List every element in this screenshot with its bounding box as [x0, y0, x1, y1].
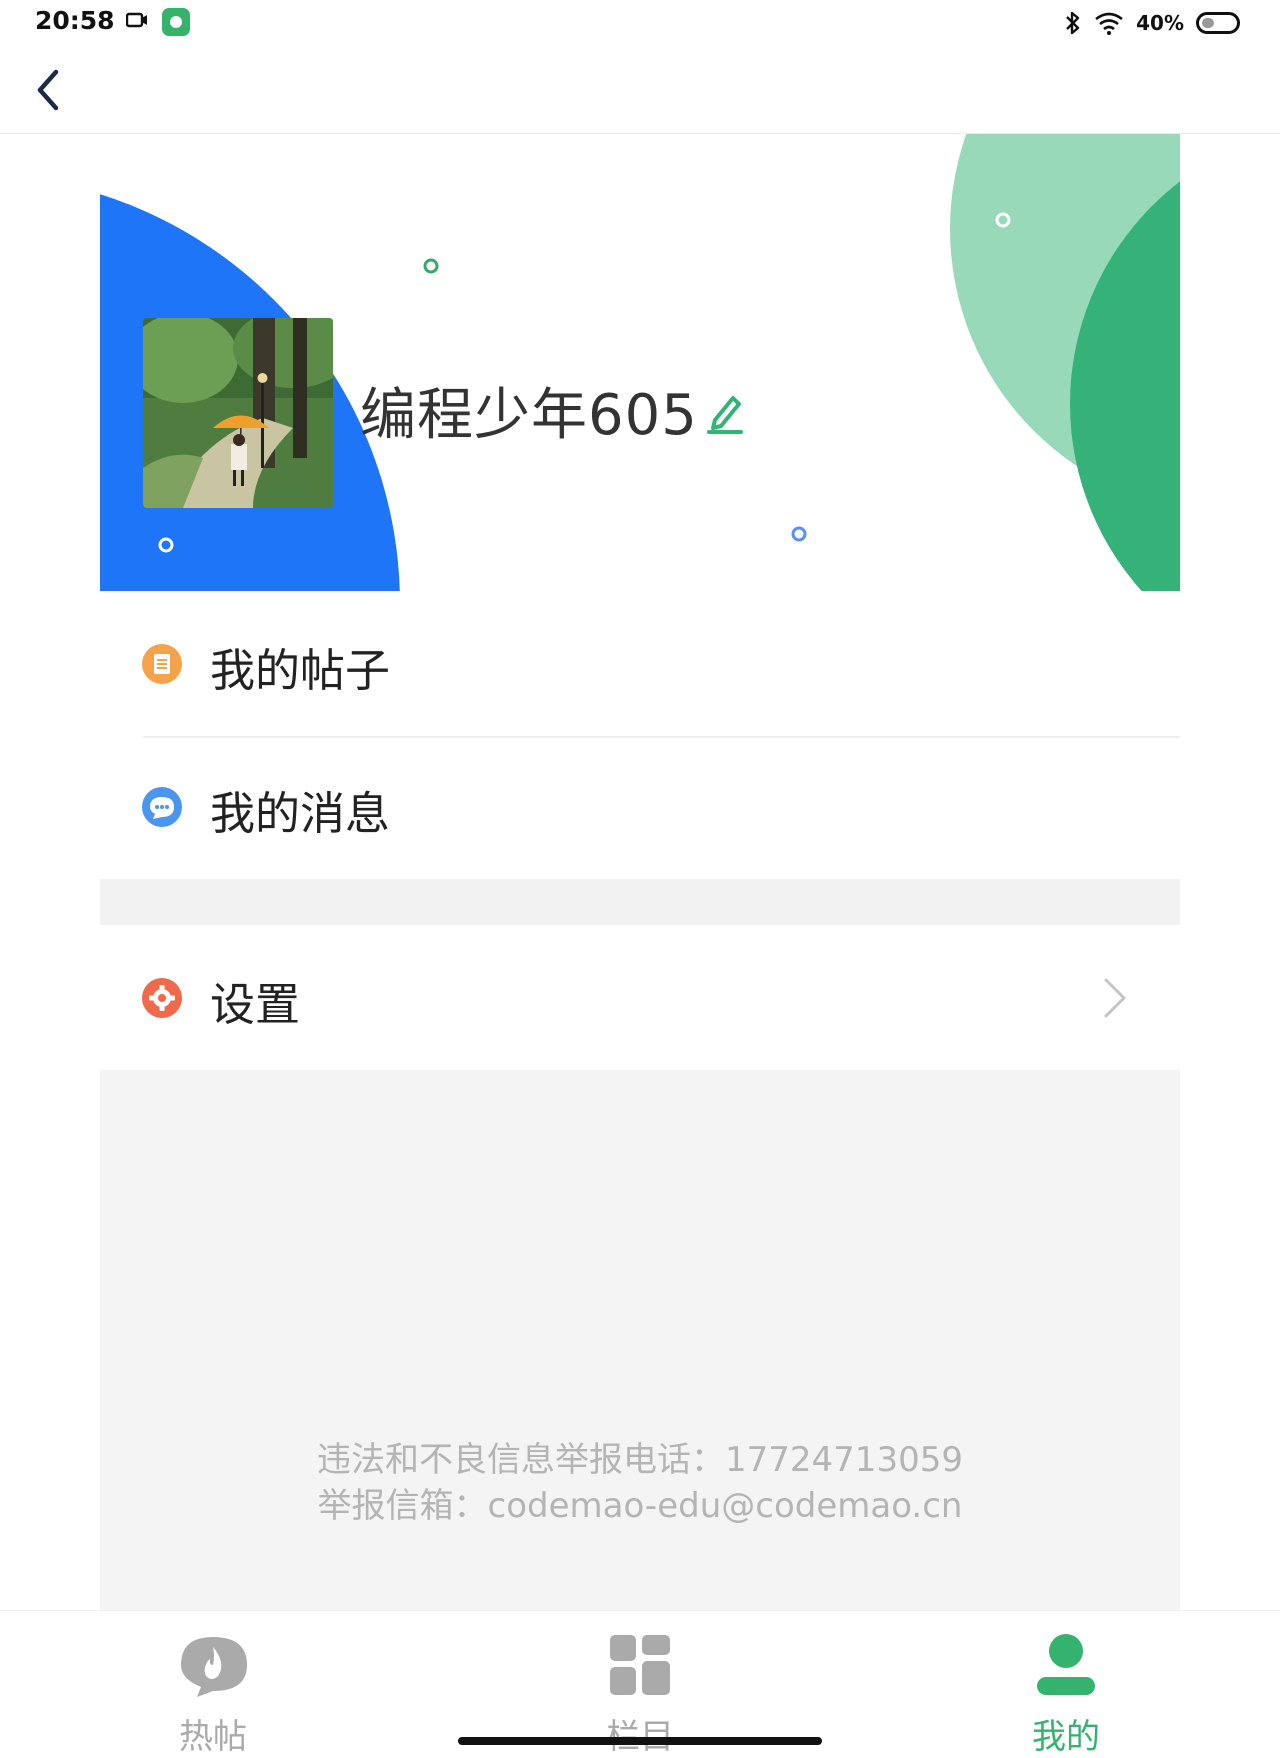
- section-separator: [100, 879, 1180, 925]
- nav-item-columns[interactable]: 栏目: [540, 1611, 740, 1757]
- app-notification-icon: [162, 8, 190, 36]
- bottom-nav: 热帖 栏目 我的: [0, 1610, 1280, 1757]
- status-right: 40%: [1064, 8, 1240, 38]
- person-icon: [1037, 1634, 1095, 1695]
- battery-percent: 40%: [1136, 11, 1184, 35]
- menu-label-my-messages: 我的消息: [210, 787, 391, 840]
- menu-item-settings[interactable]: 设置: [100, 926, 1180, 1070]
- status-time: 20:58: [35, 6, 115, 35]
- menu-item-my-messages[interactable]: 我的消息: [100, 737, 1180, 881]
- edit-pencil-icon[interactable]: [705, 390, 745, 436]
- grid-icon: [610, 1635, 670, 1695]
- flame-icon: [181, 1637, 247, 1697]
- menu-item-my-posts[interactable]: 我的帖子: [100, 592, 1180, 736]
- nav-label-hot-posts: 热帖: [179, 1717, 247, 1757]
- chevron-right-icon: [1104, 978, 1126, 1018]
- menu-label-my-posts: 我的帖子: [210, 644, 391, 697]
- nav-item-hot-posts[interactable]: 热帖: [113, 1611, 313, 1757]
- screen-record-icon: [126, 12, 147, 28]
- wifi-icon: [1095, 12, 1123, 35]
- username: 编程少年605: [360, 383, 698, 448]
- footer-info-area: 违法和不良信息举报电话：17724713059 举报信箱：codemao-edu…: [100, 1070, 1180, 1610]
- report-email-text: 举报信箱：codemao-edu@codemao.cn: [317, 1486, 963, 1526]
- app-header: [0, 44, 1280, 134]
- clipboard-icon: [142, 644, 182, 684]
- battery-icon: [1196, 12, 1240, 34]
- home-indicator: [458, 1737, 822, 1745]
- profile-banner: 编程少年605: [100, 134, 1180, 591]
- report-phone-text: 违法和不良信息举报电话：17724713059: [317, 1440, 963, 1480]
- back-arrow-icon[interactable]: [26, 62, 74, 118]
- menu-label-settings: 设置: [210, 978, 301, 1031]
- gear-icon: [142, 978, 182, 1018]
- nav-item-mine[interactable]: 我的: [966, 1611, 1166, 1757]
- nav-label-columns: 栏目: [540, 1709, 740, 1758]
- chat-bubble-icon: [142, 787, 182, 827]
- nav-label-mine: 我的: [1032, 1717, 1100, 1757]
- status-bar: 20:58 40%: [0, 0, 1280, 44]
- bluetooth-icon: [1066, 11, 1080, 35]
- avatar[interactable]: [143, 318, 333, 508]
